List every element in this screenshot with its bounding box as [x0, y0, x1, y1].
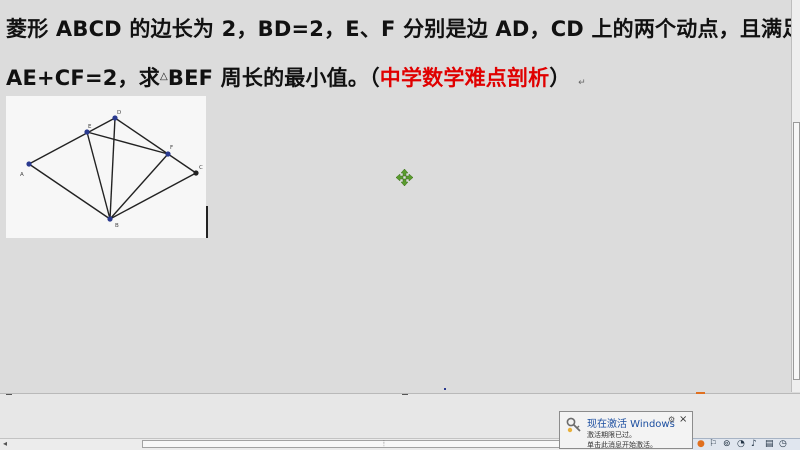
tray-clock-icon[interactable]: ◷	[779, 439, 787, 450]
tray-flag-icon[interactable]: ⚐	[709, 439, 717, 450]
source-highlight: 中学数学难点剖析	[379, 66, 550, 90]
notification-title[interactable]: 现在激活 Windows	[587, 415, 675, 430]
geometry-figure[interactable]: A B C D E F	[6, 96, 206, 238]
label-f: F	[170, 145, 173, 151]
segment-bf	[109, 153, 169, 220]
vertical-scrollbar[interactable]	[791, 0, 800, 392]
segment-ef	[86, 131, 169, 155]
label-a: A	[20, 172, 24, 178]
close-icon[interactable]: ×	[679, 414, 687, 425]
notification-line-1: 激活期限已过。	[587, 431, 636, 439]
point-b	[107, 216, 113, 222]
paragraph-mark: ↵	[578, 78, 586, 88]
label-e: E	[88, 124, 92, 130]
tray-app-icon[interactable]: ●	[697, 439, 705, 450]
problem-text: 菱形 ABCD 的边长为 2，BD=2，E、F 分别是边 AD，CD 上的两个动…	[6, 6, 800, 90]
scroll-left-icon[interactable]: ◂	[3, 439, 7, 449]
triangle-symbol: △	[159, 71, 168, 82]
problem-line-2-start: AE+CF=2，求	[6, 66, 160, 90]
move-icon	[396, 169, 413, 186]
label-c: C	[199, 165, 203, 171]
segment-ad	[28, 117, 116, 165]
segment-cb	[109, 172, 197, 220]
activation-notification[interactable]: 现在激活 Windows 激活期限已过。 单击此消息开始激活。 ⚙ ×	[559, 411, 693, 449]
segment-dc	[114, 117, 197, 174]
gear-icon[interactable]: ⚙	[668, 415, 675, 424]
point-c	[193, 170, 199, 176]
dot-marker	[444, 388, 446, 390]
point-f	[165, 151, 171, 157]
scroll-grip-icon: ⦙	[383, 439, 385, 448]
problem-line-2-rest: BEF 周长的最小值。（	[167, 66, 380, 90]
color-marker	[696, 392, 705, 394]
ruler-marker	[6, 394, 12, 395]
point-d	[112, 115, 118, 121]
key-icon	[566, 417, 581, 433]
point-e	[84, 129, 90, 135]
problem-line-1: 菱形 ABCD 的边长为 2，BD=2，E、F 分别是边 AD，CD 上的两个动…	[6, 17, 800, 41]
tray-network-icon[interactable]: ⊚	[723, 439, 731, 450]
label-b: B	[115, 223, 119, 229]
ruler-marker	[402, 394, 408, 395]
text-cursor	[206, 206, 208, 238]
rhombus-diagram: A B C D E F	[20, 110, 203, 229]
problem-line-2-end: ）	[549, 66, 571, 90]
vertical-scroll-thumb[interactable]	[793, 122, 800, 380]
tray-bell-icon[interactable]: ♪	[751, 439, 757, 450]
tray-volume-icon[interactable]: ◔	[737, 439, 745, 450]
system-tray: ● ⚐ ⊚ ◔ ♪ ▤ ◷	[693, 438, 800, 450]
segment-bd	[109, 117, 116, 220]
tray-battery-icon[interactable]: ▤	[765, 439, 774, 450]
label-d: D	[117, 110, 121, 116]
point-a	[26, 161, 32, 167]
